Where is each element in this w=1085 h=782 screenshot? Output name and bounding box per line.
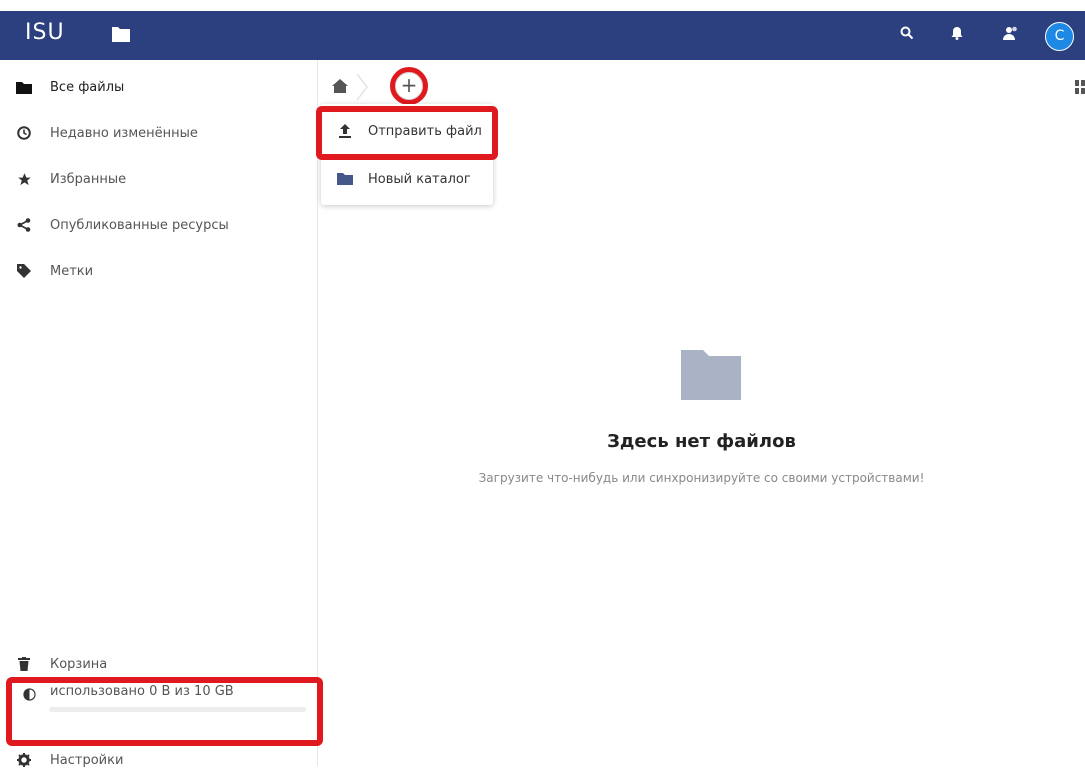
menu-item-label: Отправить файл [368,123,482,139]
sidebar-item-label: Недавно изменённые [50,125,198,141]
sidebar-item-label: Настройки [50,752,124,768]
tag-icon [14,263,34,279]
sidebar-item-label: Все файлы [50,79,125,95]
empty-subtitle: Загрузите что-нибудь или синхронизируйте… [478,471,925,485]
star-icon [14,171,34,187]
upload-icon [336,124,354,138]
menu-item-label: Новый каталог [368,171,471,187]
main-content: + Отправить файл Новый каталог Здесь нет… [316,60,1085,766]
breadcrumb-separator [356,73,368,101]
empty-title: Здесь нет файлов [607,431,796,452]
trash-icon [14,656,34,672]
grid-view-icon[interactable] [1075,79,1085,98]
contacts-icon[interactable] [1003,25,1019,41]
sidebar-item-all-files[interactable]: Все файлы [0,65,317,109]
folder-icon [336,173,354,185]
sidebar-item-favorites[interactable]: Избранные [0,157,317,201]
sidebar-item-label: Метки [50,263,94,279]
pie-icon [23,686,36,705]
sidebar-item-label: Корзина [50,656,108,672]
quota-label: использовано 0 B из 10 GB [50,684,234,699]
search-icon[interactable] [900,26,914,40]
sidebar-item-recent[interactable]: Недавно изменённые [0,111,317,155]
folder-icon [14,79,34,95]
empty-folder-icon [681,350,741,404]
sidebar-item-settings[interactable]: Настройки [0,738,317,782]
sidebar-item-shared[interactable]: Опубликованные ресурсы [0,203,317,247]
folder-icon[interactable] [111,25,131,43]
quota-section: использовано 0 B из 10 GB [0,676,317,724]
sidebar-item-tags[interactable]: Метки [0,249,317,293]
sidebar: Все файлы Недавно изменённые Избранные О… [0,60,323,768]
new-menu: Отправить файл Новый каталог [321,104,493,205]
breadcrumb [332,73,368,101]
menu-item-upload-file[interactable]: Отправить файл [321,109,493,153]
share-icon [14,217,34,233]
bell-icon[interactable] [951,26,963,40]
avatar[interactable]: C [1045,22,1074,51]
sidebar-item-label: Избранные [50,171,127,187]
sidebar-item-label: Опубликованные ресурсы [50,217,229,233]
menu-item-new-folder[interactable]: Новый каталог [321,157,493,201]
top-bar: ISU C [0,0,1085,60]
new-button-highlight [390,67,428,105]
app-logo[interactable]: ISU [25,20,65,45]
clock-icon [14,125,34,141]
quota-bar [49,707,306,712]
home-icon[interactable] [332,78,348,97]
